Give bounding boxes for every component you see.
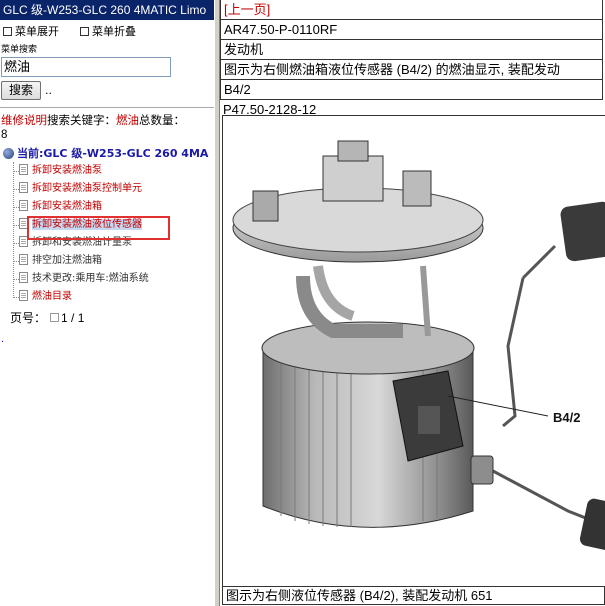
tree-item-label: 排空加注燃油箱 xyxy=(32,255,102,266)
tree-item-label: 燃油目录 xyxy=(32,291,72,302)
divider-line xyxy=(0,107,214,108)
search-info: 维修说明搜索关键字：燃油总数量： xyxy=(0,114,214,128)
search-dots: .. xyxy=(45,83,53,97)
expand-checkbox[interactable] xyxy=(3,26,12,36)
pager-label: 页号： xyxy=(10,311,47,325)
tree-item[interactable]: 拆卸安装燃油泵控制单元 xyxy=(8,180,214,198)
tree-item-label: 技术更改:乘用车:燃油系统 xyxy=(32,273,149,284)
tree-item[interactable]: 排空加注燃油箱 xyxy=(8,252,214,270)
info-mid: 搜索关键字： xyxy=(47,115,116,127)
tree-item[interactable]: 拆卸安装燃油泵 xyxy=(8,162,214,180)
tree-item-label: 拆卸安装燃油箱 xyxy=(32,201,102,212)
doc-component: B4/2 xyxy=(220,79,603,100)
document-icon xyxy=(19,199,28,211)
fuel-sender-figure: B4/2 xyxy=(222,115,605,586)
tree-item-label: 拆卸安装燃油泵 xyxy=(32,165,102,176)
tree-item-label: 拆卸安装燃油泵控制单元 xyxy=(32,183,142,194)
right-panel: [上一页] AR47.50-P-0110RF 发动机 图示为右侧燃油箱液位传感器… xyxy=(220,0,605,606)
info-total: 总数量： xyxy=(139,115,185,127)
doc-code: AR47.50-P-0110RF xyxy=(220,19,603,40)
collapse-checkbox[interactable] xyxy=(80,26,89,36)
selected-item-highlight xyxy=(27,216,170,240)
tree-item[interactable]: 拆卸安装燃油箱 xyxy=(8,198,214,216)
prev-page-link[interactable]: [上一页] xyxy=(224,2,270,17)
document-icon xyxy=(19,253,28,265)
search-label: 菜单搜索 xyxy=(1,45,38,55)
menu-toggle-row: 菜单展开 菜单折叠 xyxy=(0,24,214,40)
info-prefix: 维修说明 xyxy=(1,115,47,127)
info-keyword: 燃油 xyxy=(116,115,139,127)
pager-value: 1 / 1 xyxy=(61,311,85,325)
menu-expand-link[interactable]: 菜单展开 xyxy=(15,25,59,38)
pager: 页号： 1 / 1 xyxy=(0,310,214,326)
doc-header-table: [上一页] AR47.50-P-0110RF 发动机 图示为右侧燃油箱液位传感器… xyxy=(220,0,603,100)
result-count: 8 xyxy=(1,129,8,141)
document-icon xyxy=(19,271,28,283)
menu-collapse-link[interactable]: 菜单折叠 xyxy=(92,25,136,38)
tree-item[interactable]: 技术更改:乘用车:燃油系统 xyxy=(8,270,214,288)
left-panel: GLC 级-W253-GLC 260 4MATIC Limo 菜单展开 菜单折叠… xyxy=(0,0,214,606)
b4-2-callout: B4/2 xyxy=(553,410,580,425)
document-icon xyxy=(19,289,28,301)
fuel-sender-drawing: B4/2 xyxy=(232,140,605,552)
figure-caption: 图示为右侧液位传感器 (B4/2), 装配发动机 651 xyxy=(222,586,605,605)
tree-root[interactable]: 当前:GLC 级-W253-GLC 260 4MA xyxy=(0,146,214,162)
document-icon xyxy=(19,163,28,175)
tree-root-label: 当前:GLC 级-W253-GLC 260 4MA xyxy=(17,147,209,160)
document-icon xyxy=(19,181,28,193)
left-title: GLC 级-W253-GLC 260 4MATIC Limo xyxy=(0,0,214,20)
search-input[interactable]: 燃油 xyxy=(1,57,171,77)
search-button[interactable]: 搜索 xyxy=(1,80,42,100)
globe-icon xyxy=(3,147,14,159)
doc-description: 图示为右侧燃油箱液位传感器 (B4/2) 的燃油显示, 装配发动 xyxy=(220,59,603,80)
doc-category: 发动机 xyxy=(220,39,603,60)
tree-item[interactable]: 燃油目录 xyxy=(8,288,214,306)
bottom-mark[interactable]: . xyxy=(0,334,214,345)
pager-box[interactable] xyxy=(50,313,60,322)
